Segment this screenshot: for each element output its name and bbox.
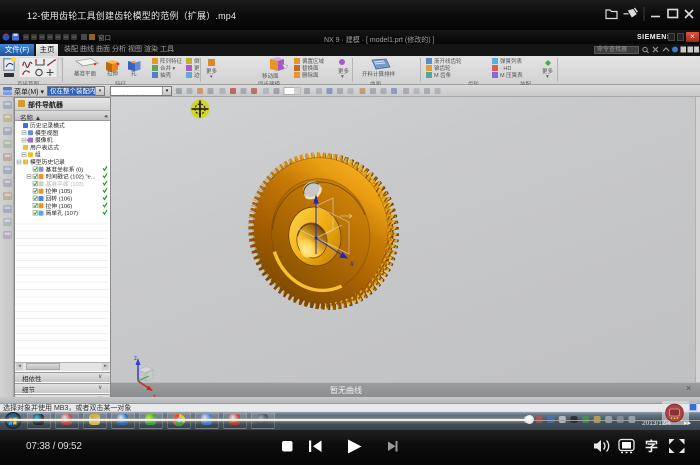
svg-text:字: 字 [645,439,658,454]
svg-text:z: z [134,356,137,362]
